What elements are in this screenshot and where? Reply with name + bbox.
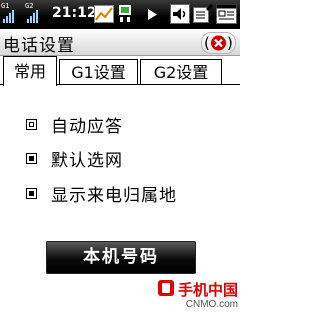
volume-speaker-icon[interactable] (170, 4, 190, 24)
auto-answer-checkbox[interactable] (26, 118, 37, 130)
clock[interactable]: 21:12 (52, 5, 97, 21)
caller-location-label: 显示来电归属地 (51, 185, 177, 206)
my-phone-number-button[interactable]: 本机号码 (46, 241, 196, 274)
auto-answer-label: 自动应答 (51, 116, 123, 137)
default-network-label: 默认选网 (51, 150, 123, 171)
close-circle-x-icon: ( ) (204, 34, 233, 52)
title-bar: 电话设置 ( ) (0, 29, 240, 56)
sync-icon[interactable] (118, 4, 132, 24)
window-app-icon[interactable] (216, 4, 237, 24)
page-title: 电话设置 (3, 36, 75, 56)
play-arrow-icon[interactable] (148, 9, 157, 20)
svg-text:): ) (227, 34, 233, 52)
status-bar: G1 G2 21:12 (0, 0, 240, 29)
default-network-checkbox[interactable] (26, 152, 37, 164)
watermark-name: 手机中国 (177, 281, 238, 299)
activity-chart-icon[interactable] (94, 5, 114, 23)
tab-common[interactable]: 常用 (3, 56, 57, 86)
signal-strength-sim2-icon: G2 (25, 2, 45, 23)
notes-edit-icon[interactable] (193, 4, 213, 24)
option-default-network[interactable]: 默认选网 (26, 147, 123, 171)
signal-2-label: G2 (25, 2, 34, 10)
caller-location-checkbox[interactable] (26, 187, 37, 199)
cnmo-logo-icon (158, 280, 174, 296)
signal-1-label: G1 (1, 2, 10, 10)
option-caller-location[interactable]: 显示来电归属地 (26, 182, 177, 206)
watermark-logo: 手机中国 CNMO.com (156, 277, 238, 317)
signal-strength-sim1-icon: G1 (1, 2, 21, 23)
tab-g1-settings[interactable]: G1设置 (59, 59, 138, 85)
tab-g2-settings[interactable]: G2设置 (140, 59, 222, 85)
svg-text:(: ( (204, 34, 210, 52)
tab-bar: 常用 G1设置 G2设置 (0, 56, 240, 86)
close-button[interactable]: ( ) (201, 32, 236, 54)
watermark-domain: CNMO.com (185, 299, 238, 310)
option-auto-answer[interactable]: 自动应答 (26, 113, 123, 137)
